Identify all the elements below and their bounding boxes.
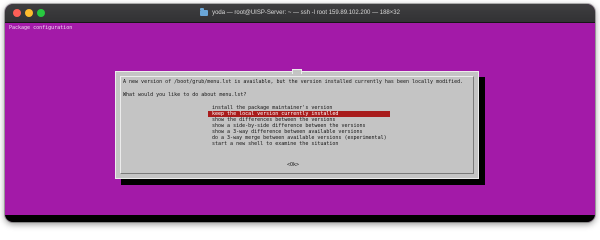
window-title: yoda — root@UISP-Server: ~ — ssh -l root… <box>212 10 400 16</box>
terminal-area[interactable]: Package configuration A new version of /… <box>5 23 595 215</box>
backtitle: Package configuration <box>9 25 73 31</box>
dialog-title-notch <box>292 69 302 74</box>
options-menu: install the package maintainer's version… <box>208 105 390 147</box>
menu-item-start-shell[interactable]: start a new shell to examine the situati… <box>208 141 390 147</box>
dialog-message: A new version of /boot/grub/menu.lst is … <box>123 79 464 85</box>
terminal-bottom-bar <box>5 215 595 222</box>
dialog-question: What would you like to do about menu.lst… <box>123 92 247 98</box>
folder-icon <box>200 8 209 16</box>
ok-button[interactable]: <Ok> <box>287 162 299 168</box>
window-title-group: yoda — root@UISP-Server: ~ — ssh -l root… <box>5 4 595 22</box>
config-dialog: A new version of /boot/grub/menu.lst is … <box>115 69 479 179</box>
window-titlebar[interactable]: yoda — root@UISP-Server: ~ — ssh -l root… <box>5 4 595 23</box>
terminal-window: yoda — root@UISP-Server: ~ — ssh -l root… <box>5 4 595 222</box>
